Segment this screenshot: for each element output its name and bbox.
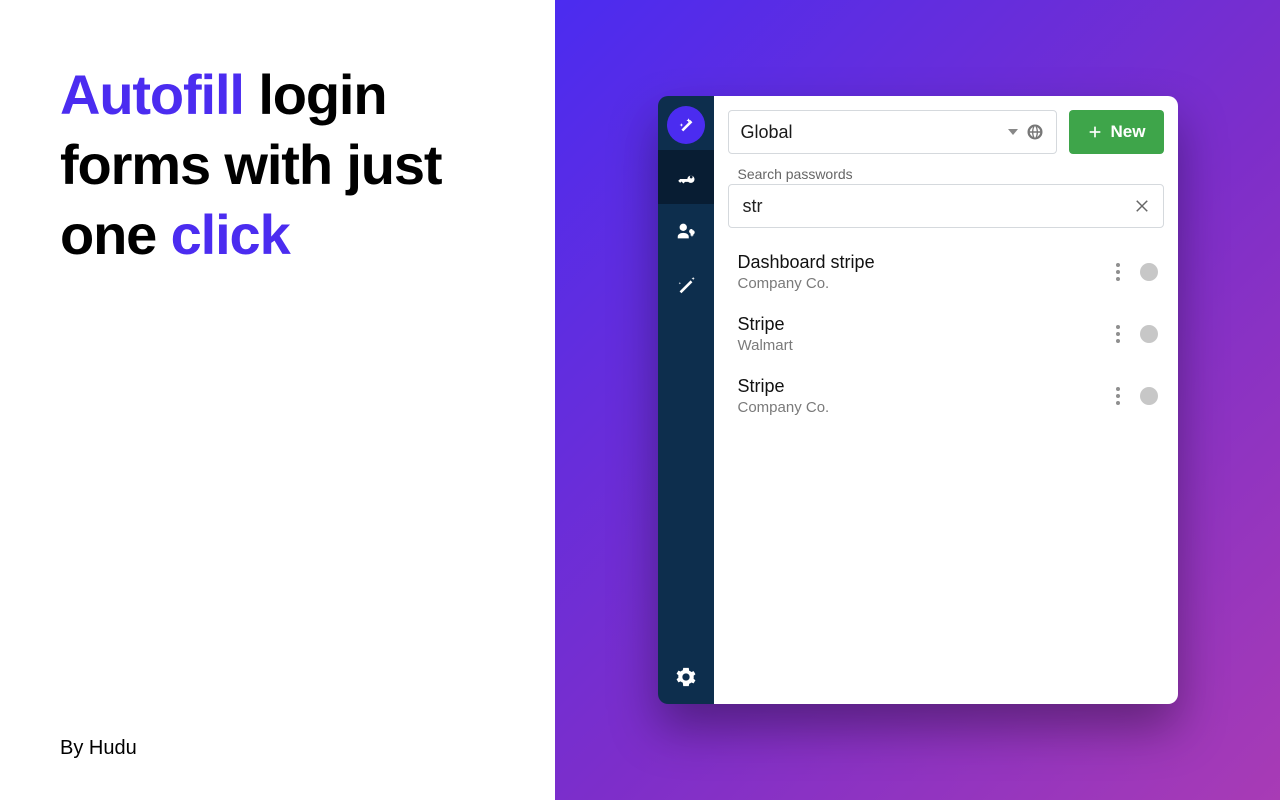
scope-dropdown[interactable]: Global [728, 110, 1057, 154]
new-button[interactable]: New [1069, 110, 1164, 154]
byline: By Hudu [60, 737, 495, 760]
main-pane: Global New Search passwords [714, 96, 1178, 704]
row-status-dot[interactable] [1140, 325, 1158, 343]
magic-wand-icon [675, 114, 697, 136]
result-subtitle: Company Co. [738, 399, 1096, 416]
search-box [728, 184, 1164, 228]
result-subtitle: Walmart [738, 337, 1096, 354]
marketing-panel: Autofill login forms with just one click… [0, 0, 555, 800]
wand-sparkle-icon [675, 274, 697, 296]
sidebar-item-autofill[interactable] [658, 258, 714, 312]
row-menu-button[interactable] [1106, 387, 1130, 405]
extension-window: Global New Search passwords [658, 96, 1178, 704]
sidebar-item-shared[interactable] [658, 204, 714, 258]
headline-accent-2: click [171, 203, 290, 266]
row-menu-button[interactable] [1106, 325, 1130, 343]
new-button-label: New [1111, 122, 1146, 142]
search-input[interactable] [728, 184, 1164, 228]
results-list: Dashboard stripe Company Co. Stripe Walm… [728, 242, 1164, 428]
hero-gradient: Global New Search passwords [555, 0, 1280, 800]
list-item[interactable]: Stripe Company Co. [728, 366, 1164, 428]
gear-icon [675, 666, 697, 688]
plus-icon [1087, 124, 1103, 140]
result-subtitle: Company Co. [738, 275, 1096, 292]
headline-accent-1: Autofill [60, 63, 244, 126]
list-item[interactable]: Dashboard stripe Company Co. [728, 242, 1164, 304]
headline: Autofill login forms with just one click [60, 60, 495, 270]
sidebar [658, 96, 714, 704]
scope-selected: Global [741, 122, 793, 143]
chevron-down-icon [1008, 129, 1018, 135]
result-title: Stripe [738, 376, 1096, 397]
row-status-dot[interactable] [1140, 387, 1158, 405]
user-key-icon [675, 220, 697, 242]
app-logo[interactable] [667, 106, 705, 144]
clear-search-button[interactable] [1128, 192, 1156, 220]
result-title: Stripe [738, 314, 1096, 335]
key-icon [675, 166, 697, 188]
top-controls: Global New [728, 110, 1164, 154]
list-item[interactable]: Stripe Walmart [728, 304, 1164, 366]
sidebar-item-settings[interactable] [658, 650, 714, 704]
search-label: Search passwords [728, 162, 1164, 184]
globe-icon [1026, 123, 1044, 141]
sidebar-item-passwords[interactable] [658, 150, 714, 204]
result-title: Dashboard stripe [738, 252, 1096, 273]
row-menu-button[interactable] [1106, 263, 1130, 281]
close-icon [1133, 197, 1151, 215]
row-status-dot[interactable] [1140, 263, 1158, 281]
